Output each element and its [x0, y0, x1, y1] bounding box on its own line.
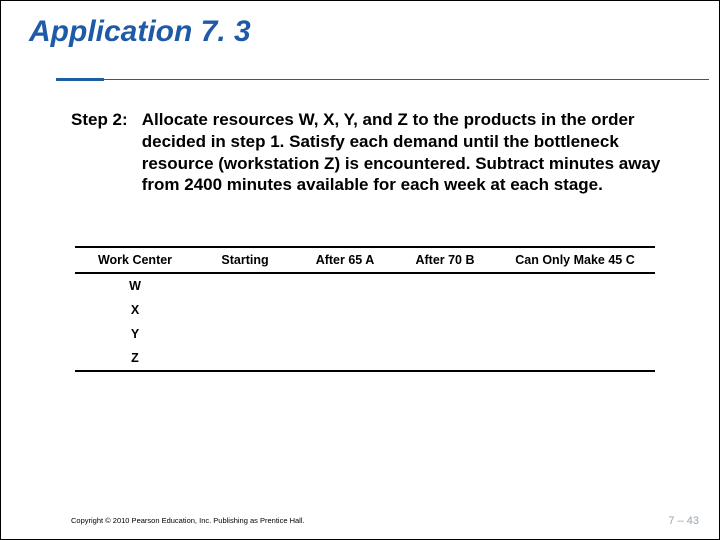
- table-row: W: [75, 273, 655, 298]
- cell-after-a: [295, 273, 395, 298]
- step-label: Step 2:: [71, 109, 137, 131]
- cell-starting: [195, 346, 295, 371]
- cell-starting: [195, 273, 295, 298]
- allocation-table: Work Center Starting After 65 A After 70…: [75, 246, 655, 372]
- col-header-starting: Starting: [195, 247, 295, 273]
- allocation-table-wrap: Work Center Starting After 65 A After 70…: [75, 246, 655, 372]
- step-block: Step 2: Allocate resources W, X, Y, and …: [71, 109, 664, 196]
- cell-after-a: [295, 322, 395, 346]
- table-row: X: [75, 298, 655, 322]
- cell-starting: [195, 298, 295, 322]
- cell-starting: [195, 322, 295, 346]
- cell-after-b: [395, 322, 495, 346]
- slide: Application 7. 3 Step 2: Allocate resour…: [0, 0, 720, 540]
- slide-title: Application 7. 3: [29, 15, 251, 49]
- cell-after-b: [395, 346, 495, 371]
- col-header-after-b: After 70 B: [395, 247, 495, 273]
- title-rule: [56, 79, 709, 80]
- cell-after-a: [295, 298, 395, 322]
- page-number: 7 – 43: [668, 515, 699, 527]
- table-header-row: Work Center Starting After 65 A After 70…: [75, 247, 655, 273]
- table-row: Z: [75, 346, 655, 371]
- col-header-work-center: Work Center: [75, 247, 195, 273]
- cell-after-a: [295, 346, 395, 371]
- cell-after-c: [495, 322, 655, 346]
- cell-wc: Z: [75, 346, 195, 371]
- cell-after-b: [395, 298, 495, 322]
- col-header-after-a: After 65 A: [295, 247, 395, 273]
- cell-after-c: [495, 273, 655, 298]
- copyright-text: Copyright © 2010 Pearson Education, Inc.…: [71, 516, 305, 525]
- cell-after-c: [495, 298, 655, 322]
- body-text: Step 2: Allocate resources W, X, Y, and …: [71, 109, 664, 196]
- title-rule-accent: [56, 78, 104, 81]
- cell-after-b: [395, 273, 495, 298]
- cell-wc: W: [75, 273, 195, 298]
- cell-after-c: [495, 346, 655, 371]
- cell-wc: X: [75, 298, 195, 322]
- step-text: Allocate resources W, X, Y, and Z to the…: [142, 109, 663, 196]
- col-header-after-c: Can Only Make 45 C: [495, 247, 655, 273]
- cell-wc: Y: [75, 322, 195, 346]
- table-row: Y: [75, 322, 655, 346]
